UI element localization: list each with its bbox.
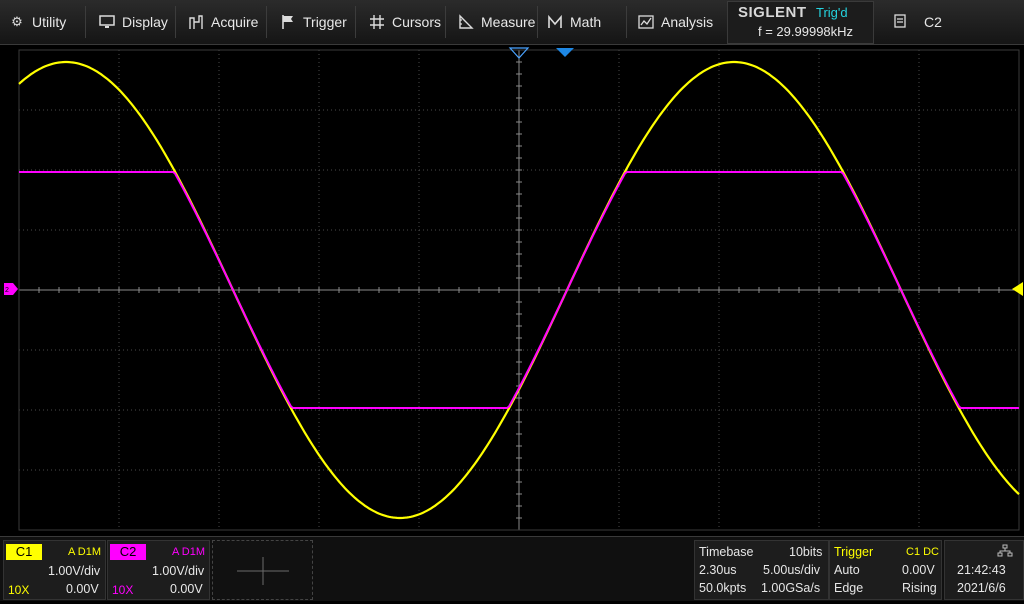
trigger-type: Edge	[834, 581, 864, 595]
graticule	[18, 49, 1020, 531]
ch2-probe: 10X	[112, 583, 134, 597]
clock-time: 21:42:43	[957, 563, 1006, 577]
bottom-status-bar: C1 A D1M 1.00V/div 10X 0.00V C2 A D1M 1.…	[0, 536, 1024, 601]
ruler-icon	[458, 14, 474, 30]
trigger-slope: Rising	[902, 581, 937, 595]
menu-analysis[interactable]: Analysis	[638, 0, 713, 44]
memory-depth: 50.0kpts	[699, 581, 747, 595]
sample-rate: 1.00GSa/s	[761, 581, 821, 595]
ch1-info-box[interactable]: C1 A D1M 1.00V/div 10X 0.00V	[3, 540, 106, 600]
ch2-offset: 0.00V	[170, 582, 203, 596]
ch2-coupling: A D1M	[172, 546, 206, 558]
timebase-delay: 2.30us	[699, 563, 737, 577]
menu-divider	[175, 6, 176, 38]
timebase-panel[interactable]: Timebase 10bits 2.30us 5.00us/div 50.0kp…	[694, 540, 829, 600]
cursor-grid-icon	[369, 14, 385, 30]
menu-math-label: Math	[570, 14, 602, 30]
ch2-offset-marker-label: 2	[5, 287, 9, 294]
menu-trigger[interactable]: Trigger	[280, 0, 347, 44]
ch2-tag: C2	[110, 544, 146, 560]
menu-trigger-label: Trigger	[303, 14, 347, 30]
menu-acquire-label: Acquire	[211, 14, 259, 30]
ch1-offset: 0.00V	[66, 582, 99, 596]
waveform-display[interactable]: 2	[0, 44, 1024, 536]
menu-divider	[445, 6, 446, 38]
timebase-label: Timebase	[699, 545, 754, 559]
trigger-label: Trigger	[834, 545, 874, 559]
menu-display[interactable]: Display	[99, 0, 168, 44]
menu-cursors[interactable]: Cursors	[369, 0, 441, 44]
top-menu-bar: ⚙ Utility Display Acquire Trigger Cursor…	[0, 0, 1024, 45]
trigger-mode: Auto	[834, 563, 860, 577]
menu-divider	[85, 6, 86, 38]
network-icon	[997, 544, 1013, 557]
menu-analysis-label: Analysis	[661, 14, 714, 30]
trigger-panel[interactable]: Trigger C1 DC Auto 0.00V Edge Rising	[829, 540, 942, 600]
crosshair-icon	[237, 557, 289, 585]
clock-date: 2021/6/6	[957, 581, 1006, 595]
document-icon	[894, 13, 906, 31]
channel-selector[interactable]: C2	[890, 0, 1024, 44]
acquire-icon	[188, 14, 204, 30]
timebase-scale: 5.00us/div	[763, 563, 820, 577]
menu-divider	[355, 6, 356, 38]
menu-display-label: Display	[122, 14, 168, 30]
menu-measure[interactable]: Measure	[458, 0, 535, 44]
trigger-level: 0.00V	[902, 563, 935, 577]
menu-acquire[interactable]: Acquire	[188, 0, 258, 44]
flag-icon	[280, 14, 296, 30]
status-panel: SIGLENT Trig'd f = 29.99998kHz	[727, 1, 874, 44]
ch1-probe: 10X	[8, 583, 30, 597]
trigger-level-marker[interactable]	[1012, 282, 1023, 296]
frequency-readout: f = 29.99998kHz	[758, 24, 854, 39]
clock-panel: 21:42:43 2021/6/6	[944, 540, 1024, 600]
ch1-tag: C1	[6, 544, 42, 560]
ch2-info-box[interactable]: C2 A D1M 1.00V/div 10X 0.00V	[107, 540, 210, 600]
menu-utility-label: Utility	[32, 14, 67, 30]
brand-logo: SIGLENT	[738, 4, 807, 21]
menu-cursors-label: Cursors	[392, 14, 442, 30]
ch2-scale: 1.00V/div	[152, 564, 205, 578]
horizontal-delay-marker[interactable]	[556, 48, 574, 57]
menu-divider	[626, 6, 627, 38]
menu-utility[interactable]: ⚙ Utility	[9, 0, 66, 44]
menu-math[interactable]: Math	[547, 0, 601, 44]
add-channel-box[interactable]	[212, 540, 313, 600]
ch1-coupling: A D1M	[68, 546, 102, 558]
menu-measure-label: Measure	[481, 14, 536, 30]
analysis-icon	[638, 14, 654, 30]
gear-icon: ⚙	[11, 14, 23, 29]
menu-divider	[537, 6, 538, 38]
timebase-bits: 10bits	[789, 545, 823, 559]
ch1-scale: 1.00V/div	[48, 564, 101, 578]
trigger-source: C1 DC	[906, 546, 940, 558]
trigger-status: Trig'd	[816, 5, 848, 20]
monitor-icon	[99, 14, 115, 30]
math-icon	[547, 14, 563, 30]
menu-divider	[266, 6, 267, 38]
channel-selector-label: C2	[924, 14, 942, 30]
